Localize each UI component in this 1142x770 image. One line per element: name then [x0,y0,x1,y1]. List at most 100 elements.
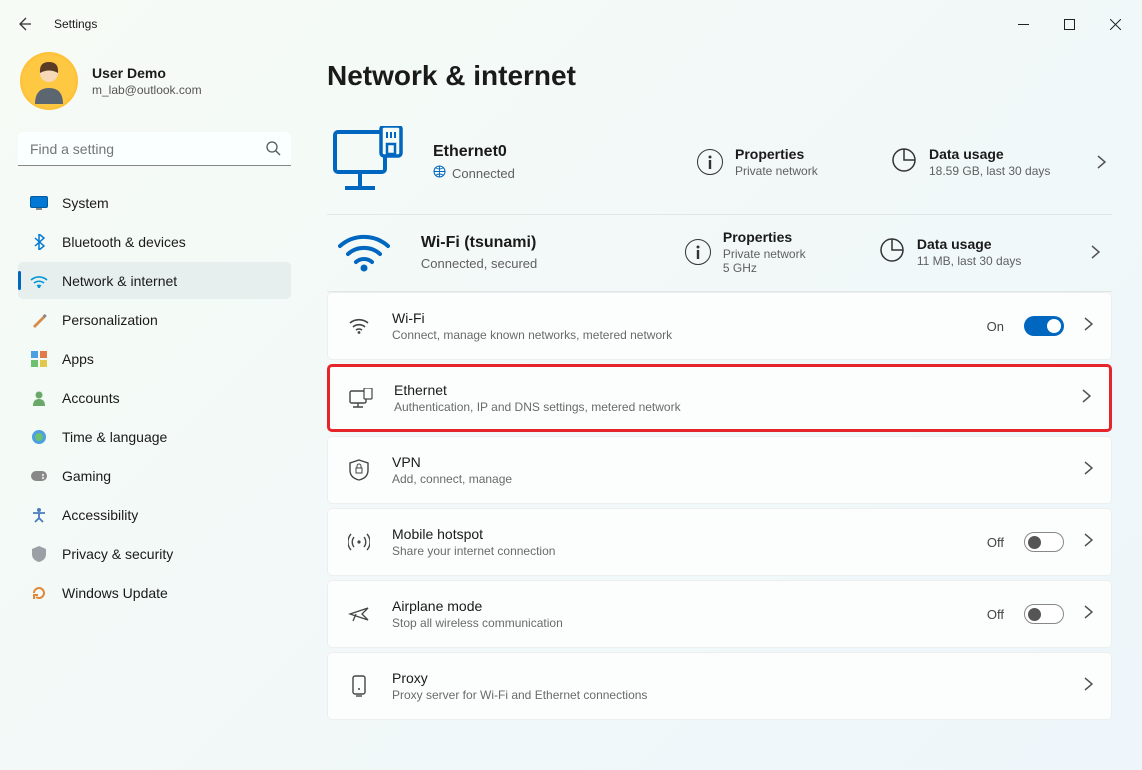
main-content: Network & internet Ethernet0 Connected P… [305,48,1142,770]
nav-label: Network & internet [62,273,177,289]
toggle-state: Off [987,535,1004,550]
nav-gaming[interactable]: Gaming [18,457,291,494]
close-button[interactable] [1092,8,1138,40]
nav-update[interactable]: Windows Update [18,574,291,611]
avatar [20,52,78,110]
usage-icon [891,147,917,178]
data-usage-link[interactable]: Data usage18.59 GB, last 30 days [891,146,1071,178]
properties-label: Properties [735,146,818,162]
nav-label: Accounts [62,390,120,406]
card-proxy[interactable]: Proxy Proxy server for Wi-Fi and Ethernet… [327,652,1112,720]
info-icon [697,149,723,175]
connection-wifi: Wi-Fi (tsunami) Connected, secured Prope… [327,215,1112,292]
search-icon [265,140,281,161]
maximize-button[interactable] [1046,8,1092,40]
bluetooth-icon [30,233,48,251]
search-box [18,132,291,166]
wifi-toggle[interactable] [1024,316,1064,336]
nav-apps[interactable]: Apps [18,340,291,377]
nav-label: Windows Update [62,585,168,601]
connection-status: Connected, secured [421,256,661,271]
back-button[interactable] [4,4,44,44]
usage-sub: 18.59 GB, last 30 days [929,164,1050,178]
nav-label: Gaming [62,468,111,484]
update-icon [30,584,48,602]
nav-personalization[interactable]: Personalization [18,301,291,338]
nav-list: System Bluetooth & devices Network & int… [18,184,291,611]
hotspot-toggle[interactable] [1024,532,1064,552]
nav-bluetooth[interactable]: Bluetooth & devices [18,223,291,260]
nav-accounts[interactable]: Accounts [18,379,291,416]
card-title: VPN [392,454,1064,470]
window-title: Settings [54,17,97,31]
card-title: Proxy [392,670,1064,686]
personalization-icon [30,311,48,329]
chevron-right-icon [1084,605,1093,624]
user-name: User Demo [92,65,202,81]
airplane-icon [346,604,372,624]
proxy-icon [346,675,372,697]
user-email: m_lab@outlook.com [92,83,202,97]
toggle-state: On [987,319,1004,334]
nav-privacy[interactable]: Privacy & security [18,535,291,572]
time-icon [30,428,48,446]
wifi-icon [346,317,372,335]
card-vpn[interactable]: VPNAdd, connect, manage [327,436,1112,504]
data-usage-link[interactable]: Data usage 11 MB, last 30 days [879,236,1059,268]
properties-sub: Private network [735,164,818,178]
properties-link[interactable]: Properties Private network [697,146,867,178]
card-sub: Stop all wireless communication [392,616,967,630]
vpn-icon [346,459,372,481]
card-title: Ethernet [394,382,1062,398]
nav-label: Bluetooth & devices [62,234,186,250]
nav-system[interactable]: System [18,184,291,221]
connection-name: Ethernet0 [433,143,673,161]
chevron-right-icon[interactable] [1095,155,1108,169]
usage-label: Data usage [917,236,1022,252]
nav-time[interactable]: Time & language [18,418,291,455]
connection-ethernet: Ethernet0 Connected Properties Private ne… [327,112,1112,215]
apps-icon [30,350,48,368]
card-title: Mobile hotspot [392,526,967,542]
card-ethernet[interactable]: Ethernet Authentication, IP and DNS setti… [327,364,1112,432]
minimize-button[interactable] [1000,8,1046,40]
ethernet-icon [348,388,374,408]
properties-label: Properties [723,229,806,245]
usage-icon [879,237,905,268]
chevron-right-icon [1082,389,1091,408]
system-icon [30,194,48,212]
card-sub: Connect, manage known networks, metered … [392,328,967,342]
chevron-right-icon [1084,533,1093,552]
connection-status: Connected [433,165,673,181]
properties-sub: Private network 5 GHz [723,247,806,275]
nav-label: Personalization [62,312,158,328]
airplane-toggle[interactable] [1024,604,1064,624]
network-icon [30,272,48,290]
sidebar: User Demo m_lab@outlook.com System Bluet… [0,48,305,770]
card-sub: Authentication, IP and DNS settings, met… [394,400,1062,414]
card-hotspot[interactable]: Mobile hotspotShare your internet connec… [327,508,1112,576]
nav-network[interactable]: Network & internet [18,262,291,299]
nav-label: Time & language [62,429,167,445]
card-sub: Proxy server for Wi-Fi and Ethernet conn… [392,688,1064,702]
nav-accessibility[interactable]: Accessibility [18,496,291,533]
properties-link[interactable]: Properties Private network 5 GHz [685,229,855,275]
accessibility-icon [30,506,48,524]
ethernet-large-icon [331,126,409,198]
nav-label: System [62,195,109,211]
usage-sub: 11 MB, last 30 days [917,254,1022,268]
gaming-icon [30,467,48,485]
card-title: Wi-Fi [392,310,967,326]
hotspot-icon [346,533,372,551]
card-wifi[interactable]: Wi-Fi Connect, manage known networks, met… [327,292,1112,360]
chevron-right-icon [1084,677,1093,696]
chevron-right-icon[interactable] [1083,245,1108,259]
toggle-state: Off [987,607,1004,622]
user-profile[interactable]: User Demo m_lab@outlook.com [18,48,291,128]
card-airplane[interactable]: Airplane modeStop all wireless communica… [327,580,1112,648]
info-icon [685,239,711,265]
nav-label: Privacy & security [62,546,173,562]
search-input[interactable] [18,132,291,166]
globe-icon [433,165,446,181]
chevron-right-icon [1084,317,1093,336]
